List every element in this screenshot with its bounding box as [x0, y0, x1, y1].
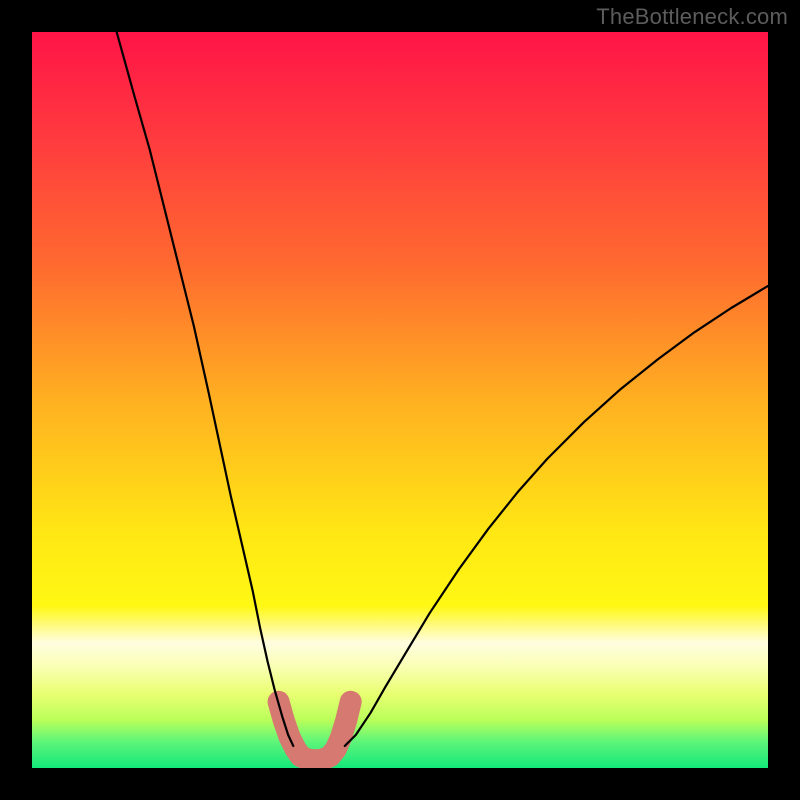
- watermark-text: TheBottleneck.com: [596, 4, 788, 30]
- left-curve-series: [117, 32, 294, 746]
- chart-svg: [32, 32, 768, 768]
- bottom-marker-series: [279, 702, 351, 761]
- outer-frame: TheBottleneck.com: [0, 0, 800, 800]
- right-curve-series: [345, 286, 768, 746]
- plot-area: [32, 32, 768, 768]
